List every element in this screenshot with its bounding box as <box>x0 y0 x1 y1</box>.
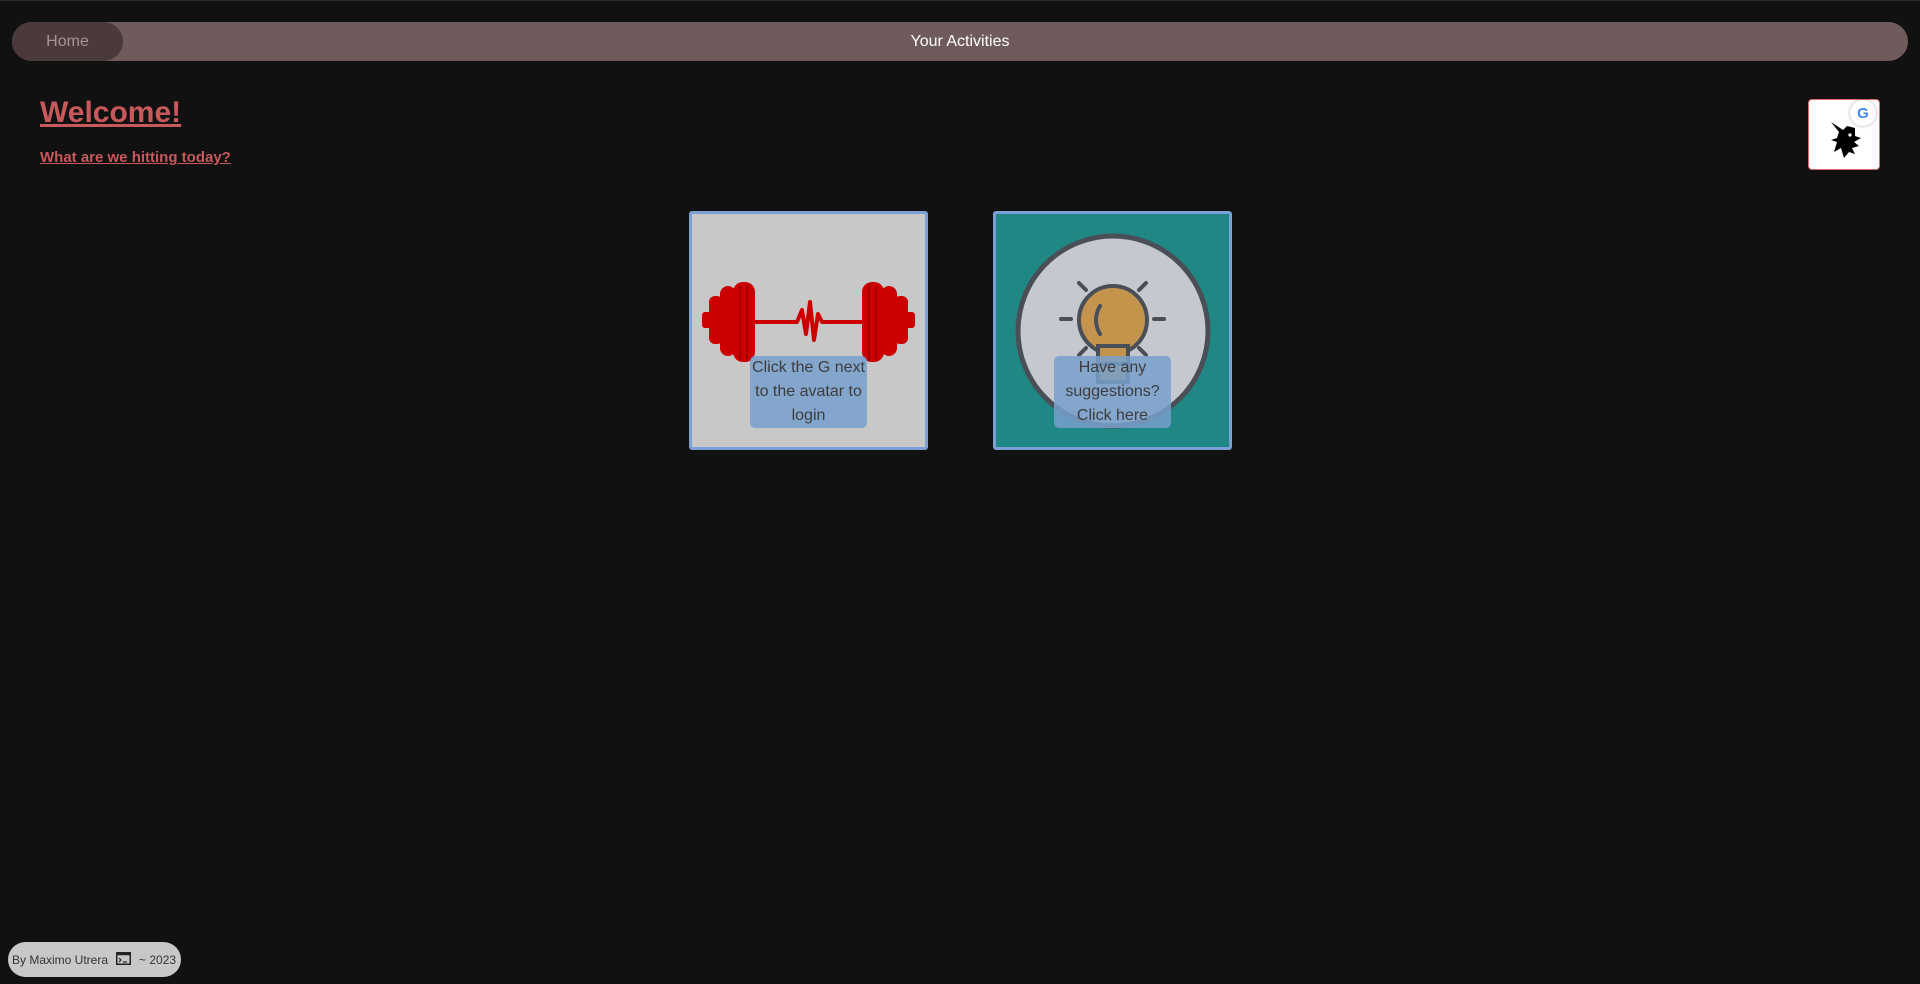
welcome-subtitle: What are we hitting today? <box>40 149 231 166</box>
footer-credit: By Maximo Utrera ~ 2023 <box>8 942 181 977</box>
copyright-year: ~ 2023 <box>139 952 177 967</box>
google-login-icon[interactable]: G <box>1850 100 1876 126</box>
activity-card-workout[interactable]: Click the G next to the avatar to login <box>689 211 928 450</box>
nav-home-button[interactable]: Home <box>12 22 123 61</box>
author-credit: By Maximo Utrera <box>12 952 109 967</box>
welcome-heading: Welcome! <box>40 96 182 129</box>
activity-card-suggestions[interactable]: Have any suggestions? Click here <box>993 211 1232 450</box>
top-navbar: Home Your Activities <box>12 22 1908 61</box>
nav-title: Your Activities <box>910 33 1010 50</box>
card-label: Have any suggestions? Click here <box>1054 356 1171 428</box>
terminal-icon[interactable] <box>116 951 132 968</box>
card-label: Click the G next to the avatar to login <box>750 356 867 428</box>
